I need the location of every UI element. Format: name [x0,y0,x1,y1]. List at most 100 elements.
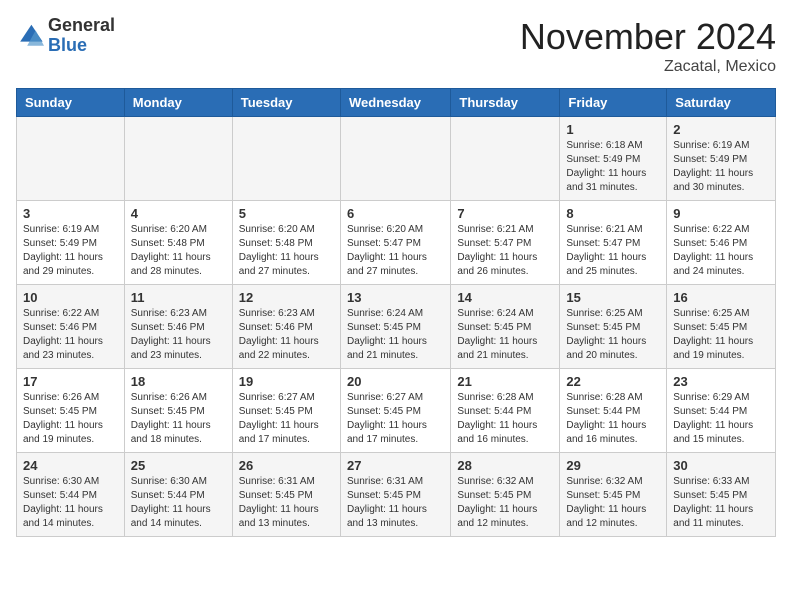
calendar-cell: 3 Sunrise: 6:19 AM Sunset: 5:49 PM Daylig… [17,201,125,285]
calendar-cell [340,117,450,201]
day-info: Sunrise: 6:20 AM Sunset: 5:48 PM Dayligh… [131,223,226,279]
day-number: 8 [566,206,660,221]
logo-general-text: General [48,15,115,35]
calendar-cell: 22 Sunrise: 6:28 AM Sunset: 5:44 PM Dayli… [560,369,667,453]
day-number: 11 [131,290,226,305]
day-number: 7 [457,206,553,221]
day-info: Sunrise: 6:24 AM Sunset: 5:45 PM Dayligh… [347,307,444,363]
day-info: Sunrise: 6:26 AM Sunset: 5:45 PM Dayligh… [131,391,226,447]
calendar-cell: 29Sunrise: 6:32 AM Sunset: 5:45 PM Dayli… [560,453,667,537]
day-info: Sunrise: 6:28 AM Sunset: 5:44 PM Dayligh… [457,391,553,447]
month-title: November 2024 [520,16,776,58]
calendar-cell: 20 Sunrise: 6:27 AM Sunset: 5:45 PM Dayli… [340,369,450,453]
logo-icon [16,22,44,50]
calendar-cell: 21 Sunrise: 6:28 AM Sunset: 5:44 PM Dayli… [451,369,560,453]
day-number: 27 [347,458,444,473]
day-info: Sunrise: 6:27 AM Sunset: 5:45 PM Dayligh… [347,391,444,447]
calendar-cell [17,117,125,201]
day-number: 19 [239,374,334,389]
day-number: 23 [673,374,769,389]
calendar-cell: 23 Sunrise: 6:29 AM Sunset: 5:44 PM Dayli… [667,369,776,453]
day-number: 30 [673,458,769,473]
weekday-header: Sunday [17,89,125,117]
calendar-week-row: 10Sunrise: 6:22 AM Sunset: 5:46 PM Dayli… [17,285,776,369]
day-number: 24 [23,458,118,473]
calendar-cell: 4 Sunrise: 6:20 AM Sunset: 5:48 PM Daylig… [124,201,232,285]
day-info: Sunrise: 6:25 AM Sunset: 5:45 PM Dayligh… [673,307,769,363]
day-info: Sunrise: 6:20 AM Sunset: 5:48 PM Dayligh… [239,223,334,279]
day-info: Sunrise: 6:30 AM Sunset: 5:44 PM Dayligh… [23,475,118,531]
calendar-week-row: 24 Sunrise: 6:30 AM Sunset: 5:44 PM Dayli… [17,453,776,537]
day-info: Sunrise: 6:22 AM Sunset: 5:46 PM Dayligh… [23,307,118,363]
day-info: Sunrise: 6:23 AM Sunset: 5:46 PM Dayligh… [131,307,226,363]
calendar-cell: 8 Sunrise: 6:21 AM Sunset: 5:47 PM Daylig… [560,201,667,285]
day-number: 22 [566,374,660,389]
calendar-cell: 11 Sunrise: 6:23 AM Sunset: 5:46 PM Dayli… [124,285,232,369]
day-info: Sunrise: 6:19 AM Sunset: 5:49 PM Dayligh… [673,139,769,195]
calendar-cell: 15Sunrise: 6:25 AM Sunset: 5:45 PM Dayli… [560,285,667,369]
day-info: Sunrise: 6:21 AM Sunset: 5:47 PM Dayligh… [457,223,553,279]
logo: General Blue [16,16,115,56]
day-number: 14 [457,290,553,305]
calendar-table: SundayMondayTuesdayWednesdayThursdayFrid… [16,88,776,537]
day-info: Sunrise: 6:27 AM Sunset: 5:45 PM Dayligh… [239,391,334,447]
day-number: 13 [347,290,444,305]
day-number: 18 [131,374,226,389]
day-number: 1 [566,122,660,137]
weekday-header: Wednesday [340,89,450,117]
calendar-cell: 10Sunrise: 6:22 AM Sunset: 5:46 PM Dayli… [17,285,125,369]
day-number: 28 [457,458,553,473]
day-info: Sunrise: 6:29 AM Sunset: 5:44 PM Dayligh… [673,391,769,447]
title-block: November 2024 Zacatal, Mexico [520,16,776,76]
calendar-cell: 13 Sunrise: 6:24 AM Sunset: 5:45 PM Dayli… [340,285,450,369]
day-info: Sunrise: 6:30 AM Sunset: 5:44 PM Dayligh… [131,475,226,531]
day-number: 25 [131,458,226,473]
logo-blue-text: Blue [48,35,87,55]
calendar-cell: 2 Sunrise: 6:19 AM Sunset: 5:49 PM Daylig… [667,117,776,201]
calendar-header-row: SundayMondayTuesdayWednesdayThursdayFrid… [17,89,776,117]
day-number: 5 [239,206,334,221]
calendar-cell: 27 Sunrise: 6:31 AM Sunset: 5:45 PM Dayli… [340,453,450,537]
day-number: 26 [239,458,334,473]
calendar-cell: 12 Sunrise: 6:23 AM Sunset: 5:46 PM Dayli… [232,285,340,369]
day-number: 9 [673,206,769,221]
calendar-cell: 6Sunrise: 6:20 AM Sunset: 5:47 PM Daylig… [340,201,450,285]
calendar-cell: 24 Sunrise: 6:30 AM Sunset: 5:44 PM Dayli… [17,453,125,537]
calendar-cell: 18 Sunrise: 6:26 AM Sunset: 5:45 PM Dayli… [124,369,232,453]
day-info: Sunrise: 6:31 AM Sunset: 5:45 PM Dayligh… [347,475,444,531]
calendar-cell [124,117,232,201]
calendar-week-row: 1 Sunrise: 6:18 AM Sunset: 5:49 PM Daylig… [17,117,776,201]
day-info: Sunrise: 6:33 AM Sunset: 5:45 PM Dayligh… [673,475,769,531]
day-info: Sunrise: 6:31 AM Sunset: 5:45 PM Dayligh… [239,475,334,531]
calendar-cell: 28Sunrise: 6:32 AM Sunset: 5:45 PM Dayli… [451,453,560,537]
day-info: Sunrise: 6:18 AM Sunset: 5:49 PM Dayligh… [566,139,660,195]
calendar-week-row: 3 Sunrise: 6:19 AM Sunset: 5:49 PM Daylig… [17,201,776,285]
calendar-cell: 25 Sunrise: 6:30 AM Sunset: 5:44 PM Dayli… [124,453,232,537]
day-number: 12 [239,290,334,305]
day-number: 21 [457,374,553,389]
calendar-cell: 17Sunrise: 6:26 AM Sunset: 5:45 PM Dayli… [17,369,125,453]
day-info: Sunrise: 6:23 AM Sunset: 5:46 PM Dayligh… [239,307,334,363]
day-info: Sunrise: 6:21 AM Sunset: 5:47 PM Dayligh… [566,223,660,279]
calendar-cell: 1 Sunrise: 6:18 AM Sunset: 5:49 PM Daylig… [560,117,667,201]
calendar-cell: 14 Sunrise: 6:24 AM Sunset: 5:45 PM Dayli… [451,285,560,369]
day-number: 3 [23,206,118,221]
day-info: Sunrise: 6:28 AM Sunset: 5:44 PM Dayligh… [566,391,660,447]
day-info: Sunrise: 6:19 AM Sunset: 5:49 PM Dayligh… [23,223,118,279]
day-number: 2 [673,122,769,137]
day-number: 6 [347,206,444,221]
day-info: Sunrise: 6:24 AM Sunset: 5:45 PM Dayligh… [457,307,553,363]
calendar-cell: 9Sunrise: 6:22 AM Sunset: 5:46 PM Daylig… [667,201,776,285]
calendar-cell [232,117,340,201]
calendar-week-row: 17 Sunrise: 6:26 AM Sunset: 5:45 PM Dayli… [17,369,776,453]
calendar-cell: 5 Sunrise: 6:20 AM Sunset: 5:48 PM Daylig… [232,201,340,285]
calendar-cell [451,117,560,201]
day-number: 17 [23,374,118,389]
calendar-cell: 16Sunrise: 6:25 AM Sunset: 5:45 PM Dayli… [667,285,776,369]
day-number: 20 [347,374,444,389]
calendar-cell: 7 Sunrise: 6:21 AM Sunset: 5:47 PM Daylig… [451,201,560,285]
calendar-cell: 30 Sunrise: 6:33 AM Sunset: 5:45 PM Dayli… [667,453,776,537]
weekday-header: Saturday [667,89,776,117]
day-number: 4 [131,206,226,221]
location-subtitle: Zacatal, Mexico [520,58,776,76]
